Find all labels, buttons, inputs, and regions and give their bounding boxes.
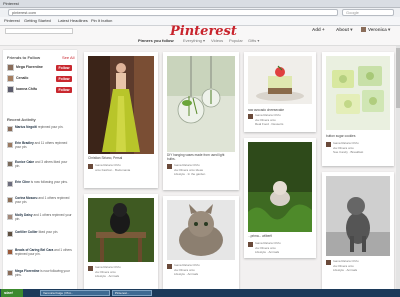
pin-card[interactable]: Christian Siriano, Persal Ioana Raluca C… [84,52,158,188]
friend-avatar [7,64,14,71]
pin-image[interactable] [326,176,390,256]
taskbar-item[interactable]: Pinterest... [112,290,152,296]
recent-activity-title: Recent Activity [7,117,36,122]
bookmark-latest-headlines[interactable]: Latest Headlines [58,17,88,25]
nav-popular[interactable]: Popular [229,38,243,43]
activity-avatar [7,161,13,167]
pin-meta: Ioana Raluca Chifu via Olivera onto Ideas… [167,163,205,177]
friend-name[interactable]: Mega Florentine [16,65,43,69]
pin-meta: Ioana Raluca Chifu via Olivera onto Real F… [248,113,283,127]
user-avatar[interactable] [361,27,366,32]
pin-meta: Ioana Raluca Chifu via Olivera onto Lifest… [167,263,200,277]
pin-image[interactable] [88,56,154,154]
pin-image[interactable] [167,200,235,260]
browser-tab-bar [0,0,400,8]
activity-item[interactable]: Erin Cline is now following your pins. [15,180,73,185]
browser-search-placeholder: Google [346,9,359,15]
activity-avatar [7,197,13,203]
activity-item[interactable]: Beads of Caring Bel Cara and 1 others re… [15,248,73,257]
activity-avatar [7,249,13,255]
pin-caption: Christian Siriano, Persal [88,156,123,160]
friend-name[interactable]: Cenalic [16,76,28,80]
pin-card[interactable]: Ioana Raluca Chifu via Olivera onto Lifest… [163,196,239,289]
scrollbar-thumb[interactable] [396,48,400,108]
pin-meta: Ioana Raluca Chifu via Olivera onto Sue Ca… [326,141,363,155]
nav-everything[interactable]: Everything ▾ [183,38,205,43]
pin-caption: button sugar cookies [326,134,356,138]
nav-pinners-you-follow[interactable]: Pinners you follow [138,38,174,43]
activity-item[interactable]: Eunice Cabe and 3 others liked your pin. [15,160,73,169]
pin-card[interactable]: ...prima... wilbert! Ioana Raluca Chifu v… [244,138,316,258]
activity-item[interactable]: Marius Negoiti repinned your pin. [15,125,73,130]
pinterest-logo[interactable]: Pinterest [170,24,237,39]
activity-item[interactable]: Mega Florentine is now following your pi… [15,269,73,278]
pin-image[interactable] [248,142,312,232]
friends-title: Friends to Follow [7,55,41,60]
see-all-link[interactable]: See All [62,55,74,60]
activity-item[interactable]: Carlilier Collier liked your pin. [15,230,73,235]
pin-card[interactable]: button sugar cookies Ioana Raluca Chifu v… [322,52,394,166]
address-bar[interactable] [8,9,338,16]
add-button[interactable]: Add + [312,27,325,32]
pin-card[interactable]: Ioana Raluca Chifu via Olivera onto Lifest… [84,194,158,289]
pin-image[interactable] [167,56,235,152]
taskbar-item[interactable]: Veronica freige | Pint... [40,290,110,296]
activity-avatar [7,231,13,237]
pin-meta: Ioana Raluca Chifu onto Fashion · Boduman… [88,163,130,173]
pin-meta: Ioana Raluca Chifu via Olivera onto Lifest… [248,241,281,255]
friend-avatar [7,86,14,93]
follow-button[interactable]: Follow [56,76,72,82]
tab-pinterest[interactable]: Pinterest [3,0,19,8]
pin-card[interactable]: DIY hanging vases made from used light b… [163,52,239,190]
activity-avatar [7,126,13,132]
activity-item[interactable]: Corina Mosoru and 1 others repinned your… [15,196,73,205]
activity-avatar [7,270,13,276]
url-text: pinterest.com [12,9,37,15]
nav-gifts[interactable]: Gifts ▾ [248,38,259,43]
activity-item[interactable]: Molly Daisy and 1 others repinned your p… [15,213,73,222]
activity-avatar [7,181,13,187]
site-search-input[interactable] [5,28,73,34]
pin-meta: Ioana Raluca Chifu via Olivera onto Lifest… [88,265,121,279]
friend-avatar [7,75,14,82]
pin-image[interactable] [326,56,390,130]
pin-card[interactable]: Ioana Raluca Chifu via Olivera onto Lifest… [322,172,394,289]
pin-meta: Ioana Raluca Chifu via Olivera onto Lifest… [326,259,359,273]
bookmark-pinterest[interactable]: Pinterest [4,17,20,25]
activity-avatar [7,142,13,148]
bookmark-pin-it[interactable]: Pin It button [91,17,112,25]
pin-caption: raw avocado cheesecake [248,108,284,112]
start-button[interactable]: start [1,289,23,297]
activity-avatar [7,214,13,220]
pin-image[interactable] [248,56,312,104]
bookmark-getting-started[interactable]: Getting Started [24,17,51,25]
user-menu[interactable]: Veronica ▾ [368,27,390,33]
pin-card[interactable]: raw avocado cheesecake Ioana Raluca Chif… [244,52,316,132]
pin-image[interactable] [88,198,154,262]
about-menu[interactable]: About ▾ [336,27,353,33]
activity-item[interactable]: Erin Bradley and 11 others repinned your… [15,141,73,150]
follow-button[interactable]: Follow [56,65,72,71]
follow-button[interactable]: Follow [56,87,72,93]
friend-name[interactable]: Ioanna Chifu [16,87,37,91]
nav-videos[interactable]: Videos [211,38,223,43]
pin-caption: ...prima... wilbert! [248,234,273,238]
pin-caption: DIY hanging vases made from used light b… [167,153,225,161]
